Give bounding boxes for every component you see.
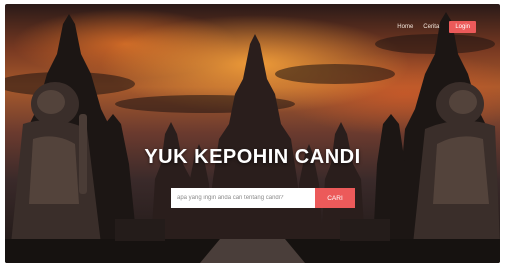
nav-home-link[interactable]: Home — [397, 24, 413, 30]
top-nav: Home Cerita Login — [397, 21, 476, 33]
login-button[interactable]: Login — [449, 21, 476, 33]
search-bar: CARI — [171, 188, 355, 208]
nav-cerita-link[interactable]: Cerita — [423, 24, 439, 30]
hero-title: YUK KEPOHIN CANDI — [144, 146, 361, 168]
search-input[interactable] — [171, 188, 315, 208]
search-button[interactable]: CARI — [315, 188, 355, 208]
temple-background-image — [5, 12, 500, 263]
hero-section: Home Cerita Login YUK KEPOHIN CANDI CARI — [5, 4, 500, 263]
